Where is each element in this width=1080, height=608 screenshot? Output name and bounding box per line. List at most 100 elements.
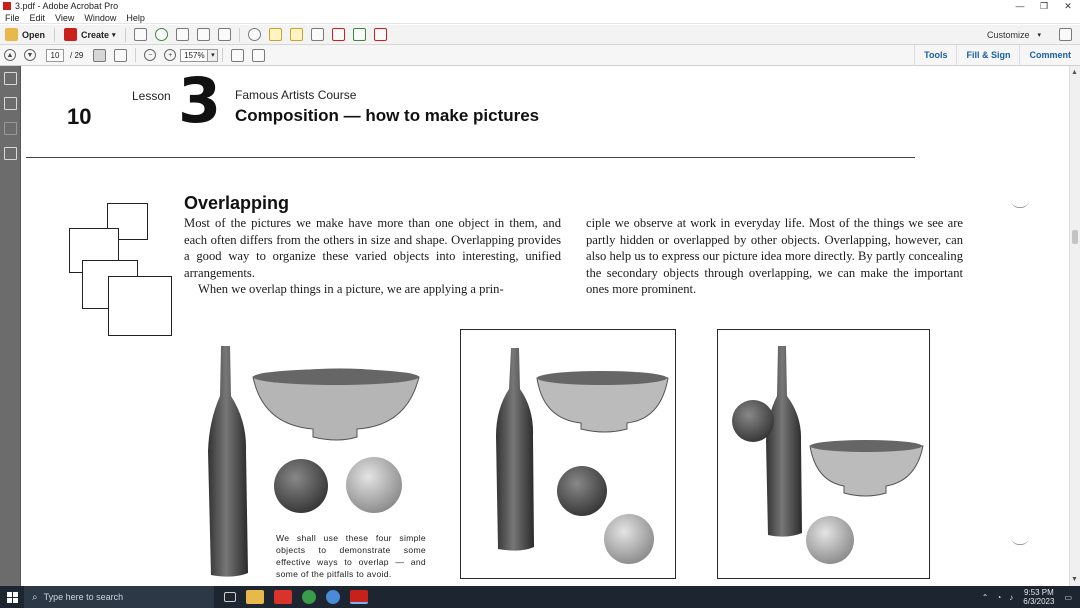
course-name: Famous Artists Course (235, 88, 357, 102)
bottle-shape (766, 346, 802, 537)
vertical-scrollbar[interactable]: ▲ ▼ (1069, 66, 1080, 586)
toolbar-divider (222, 48, 224, 62)
scroll-up-icon[interactable]: ▲ (1071, 69, 1078, 76)
toolbar-divider (238, 27, 240, 42)
sign-icon[interactable] (310, 28, 324, 41)
next-page-icon[interactable]: ▼ (24, 49, 36, 61)
previous-page-icon[interactable]: ▲ (4, 49, 16, 61)
fit-page-icon[interactable] (231, 48, 245, 62)
search-icon: ⌕ (32, 591, 38, 603)
attachments-icon[interactable] (4, 122, 17, 135)
settings-icon[interactable] (247, 28, 261, 41)
cloud-upload-icon[interactable] (154, 28, 168, 41)
page-margin-mark (1011, 200, 1029, 208)
overlapping-squares-illustration (66, 199, 176, 339)
clock[interactable]: 9:53 PM 6/3/2023 (1023, 588, 1054, 606)
menu-edit[interactable]: Edit (25, 13, 51, 23)
browser-icon[interactable] (326, 590, 340, 604)
section-heading: Overlapping (184, 193, 290, 213)
restore-button[interactable]: ❐ (1032, 0, 1056, 12)
create-button[interactable]: Create ▾ (59, 26, 121, 44)
fullscreen-icon[interactable] (252, 48, 266, 62)
export-icon[interactable] (331, 28, 345, 41)
lemon-shape (346, 457, 402, 513)
open-label: Open (22, 29, 46, 40)
bottle-shape (208, 346, 248, 577)
lemon-shape (806, 516, 854, 564)
apple-shape (557, 466, 607, 516)
task-view-icon[interactable] (224, 592, 236, 602)
network-icon[interactable]: ◔ (996, 593, 1001, 602)
clock-time: 9:53 PM (1023, 588, 1054, 597)
combine-icon[interactable] (352, 28, 366, 41)
open-button[interactable]: Open (0, 26, 50, 44)
toolbar-divider (54, 27, 56, 42)
main-toolbar: Open Create ▾ Customize ▾ (0, 25, 1080, 45)
tray-chevron-icon[interactable]: ⌃ (982, 593, 989, 602)
minimize-button[interactable]: — (1008, 0, 1032, 12)
search-placeholder: Type here to search (43, 592, 124, 602)
close-button[interactable]: ✕ (1056, 0, 1080, 12)
windows-logo-icon (6, 591, 18, 603)
comment-link[interactable]: Comment (1019, 44, 1080, 66)
tools-link[interactable]: Tools (914, 44, 956, 66)
email-icon[interactable] (217, 28, 231, 41)
clock-date: 6/3/2023 (1023, 597, 1055, 606)
menu-view[interactable]: View (50, 13, 79, 23)
menu-help[interactable]: Help (121, 13, 150, 23)
page-number-input[interactable]: 10 (46, 48, 64, 62)
print-icon[interactable] (175, 28, 189, 41)
wps-icon[interactable] (274, 590, 292, 604)
title-bar: 3.pdf - Adobe Acrobat Pro — ❐ ✕ (0, 0, 1080, 12)
customize-dropdown[interactable]: Customize (979, 30, 1038, 40)
lesson-number: 3 (178, 66, 222, 137)
body-paragraph: Most of the pictures we make have more t… (184, 216, 561, 280)
document-viewer[interactable]: 10 Lesson 3 Famous Artists Course Compos… (21, 66, 1069, 586)
menu-file[interactable]: File (0, 13, 25, 23)
navigation-toolbar: ▲ ▼ 10 / 29 − + 157% ▾ Tools Fill & Sign… (0, 44, 1080, 66)
notifications-icon[interactable]: ▭ (1064, 593, 1072, 602)
body-paragraph: When we overlap things in a picture, we … (198, 282, 504, 296)
apple-shape (274, 459, 328, 513)
page-margin-mark (1011, 537, 1029, 545)
menu-bar: File Edit View Window Help (0, 12, 1080, 24)
select-tool-icon[interactable] (93, 48, 107, 62)
chevron-down-icon: ▾ (1037, 31, 1041, 39)
page-number: 10 (67, 104, 92, 129)
hand-tool-icon[interactable] (114, 48, 128, 62)
zoom-dropdown-icon[interactable]: ▾ (208, 48, 219, 62)
fill-sign-link[interactable]: Fill & Sign (956, 44, 1019, 66)
expand-icon[interactable] (1059, 28, 1072, 41)
start-button[interactable] (0, 586, 24, 608)
navigation-pane (0, 66, 21, 586)
scrollbar-thumb[interactable] (1072, 230, 1078, 244)
lesson-title: Composition — how to make pictures (235, 106, 540, 125)
protect-icon[interactable] (373, 28, 387, 41)
toolbar-divider (124, 27, 126, 42)
signatures-icon[interactable] (4, 147, 17, 160)
zoom-out-icon[interactable]: − (144, 49, 157, 61)
create-label: Create (81, 29, 110, 40)
folder-icon (5, 28, 18, 41)
taskbar-search[interactable]: ⌕ Type here to search (24, 586, 214, 608)
chrome-icon[interactable] (302, 590, 316, 604)
zoom-input[interactable]: 157% (180, 48, 209, 62)
comment-icon[interactable] (268, 28, 282, 41)
acrobat-app-icon (3, 2, 11, 10)
volume-icon[interactable]: ♪ (1009, 593, 1013, 602)
zoom-in-icon[interactable]: + (164, 49, 177, 61)
bookmarks-icon[interactable] (4, 97, 17, 110)
scroll-down-icon[interactable]: ▼ (1071, 576, 1078, 583)
toolbar-divider (135, 48, 137, 62)
pages-icon[interactable] (4, 72, 17, 85)
highlight-icon[interactable] (289, 28, 303, 41)
illustration-caption: We shall use these four simple objects t… (276, 533, 426, 579)
edit-icon[interactable] (196, 28, 210, 41)
file-explorer-icon[interactable] (246, 590, 264, 604)
save-icon[interactable] (133, 28, 147, 41)
acrobat-taskbar-icon[interactable] (350, 590, 368, 604)
bottle-shape (496, 348, 534, 551)
lemon-shape (604, 514, 654, 564)
menu-window[interactable]: Window (79, 13, 121, 23)
window-title: 3.pdf - Adobe Acrobat Pro (15, 1, 119, 11)
